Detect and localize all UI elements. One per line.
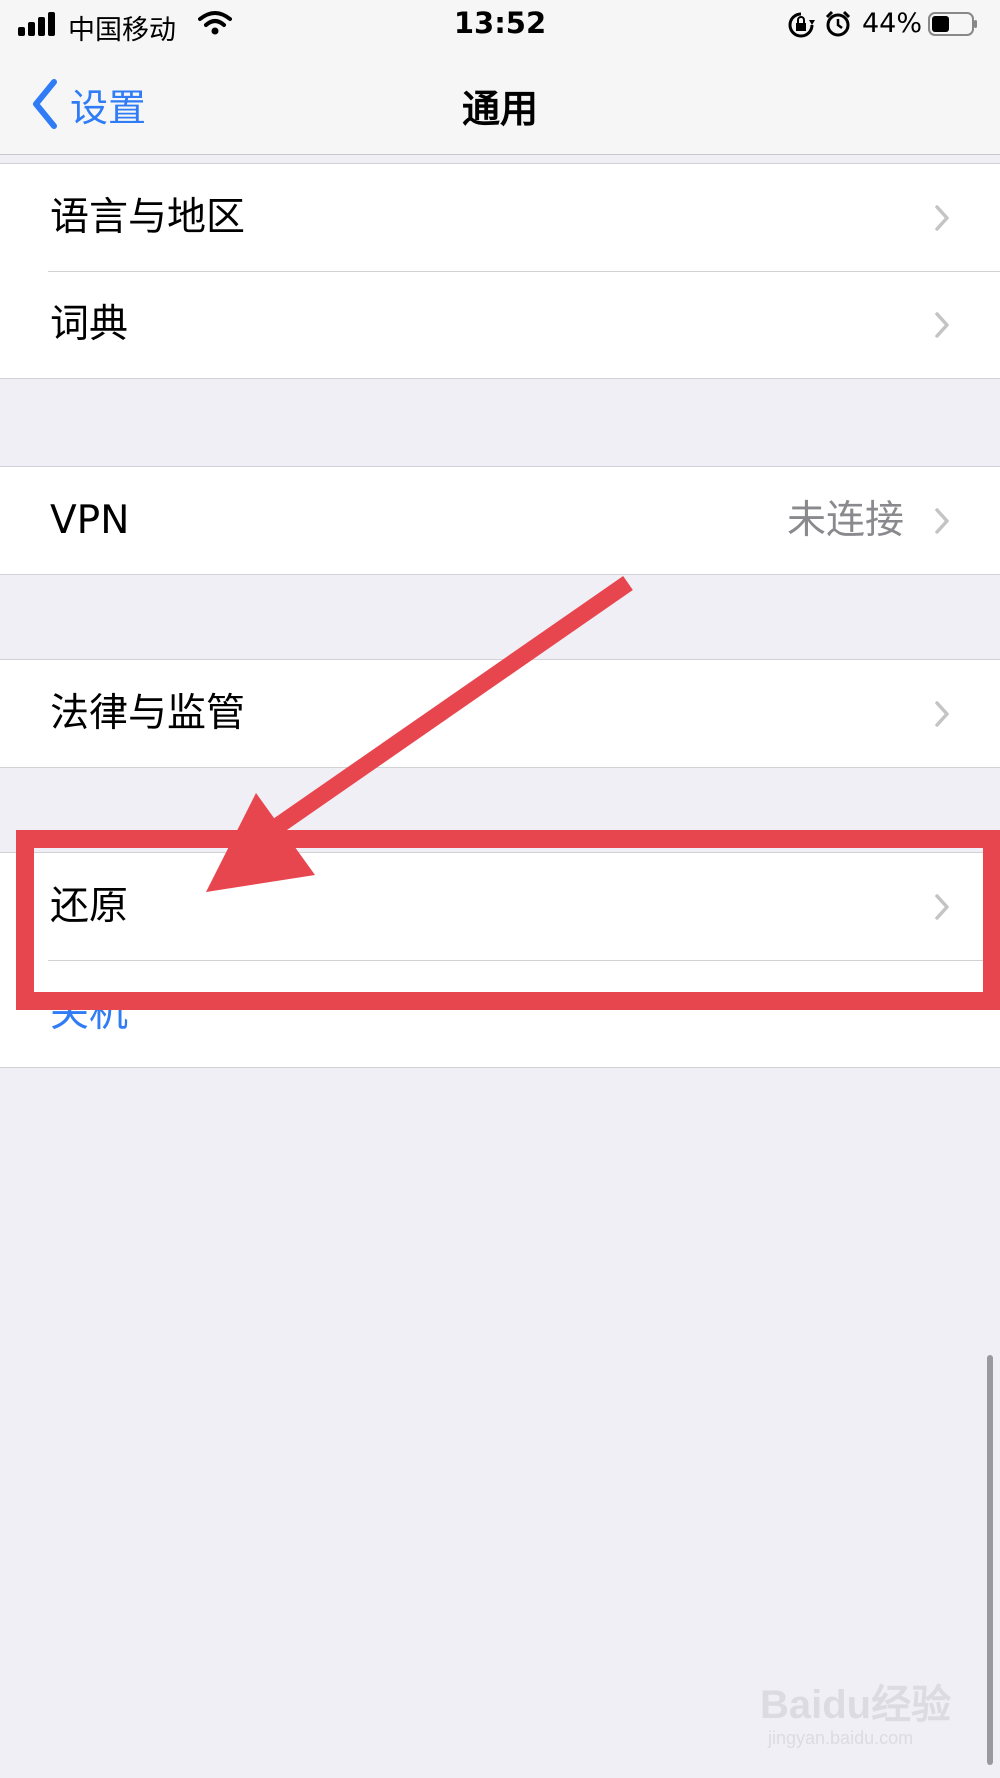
row-vpn[interactable]: VPN 未连接 (0, 467, 1000, 574)
chevron-right-icon (935, 701, 949, 727)
watermark-brand: Baidu经验 (760, 1683, 952, 1727)
chevron-right-icon (935, 894, 949, 920)
settings-group-legal: 法律与监管 (0, 659, 1000, 768)
row-label: 语言与地区 (50, 195, 246, 240)
row-legal-regulatory[interactable]: 法律与监管 (0, 660, 1000, 767)
chevron-right-icon (935, 312, 949, 338)
settings-group-reset: 还原 关机 (0, 852, 1000, 1068)
chevron-right-icon (935, 508, 949, 534)
navigation-bar: 设置 通用 (0, 52, 1000, 155)
row-label: VPN (50, 498, 130, 543)
baidu-watermark: Baidu经验 jingyan.baidu.com (760, 1660, 960, 1760)
battery-icon (928, 12, 977, 36)
alarm-icon (825, 10, 851, 37)
vpn-status: 未连接 (786, 498, 904, 543)
row-shutdown[interactable]: 关机 (0, 960, 1000, 1067)
page-title: 通用 (461, 87, 538, 131)
settings-group-vpn: VPN 未连接 (0, 466, 1000, 575)
row-label: 词典 (50, 302, 129, 347)
row-dictionary[interactable]: 词典 (0, 271, 1000, 378)
row-label: 还原 (50, 884, 129, 929)
status-bar: 中国移动 13:52 44% (0, 0, 1000, 52)
battery-percent: 44% (862, 8, 923, 39)
row-label: 法律与监管 (50, 691, 246, 736)
row-language-region[interactable]: 语言与地区 (0, 164, 1000, 271)
shutdown-label: 关机 (50, 991, 129, 1036)
row-reset[interactable]: 还原 (0, 853, 1000, 960)
chevron-right-icon (935, 205, 949, 231)
settings-group-language: 语言与地区 词典 (0, 163, 1000, 379)
scrollbar[interactable] (987, 1355, 993, 1765)
rotation-lock-icon (788, 12, 815, 38)
watermark-url: jingyan.baidu.com (768, 1728, 914, 1748)
